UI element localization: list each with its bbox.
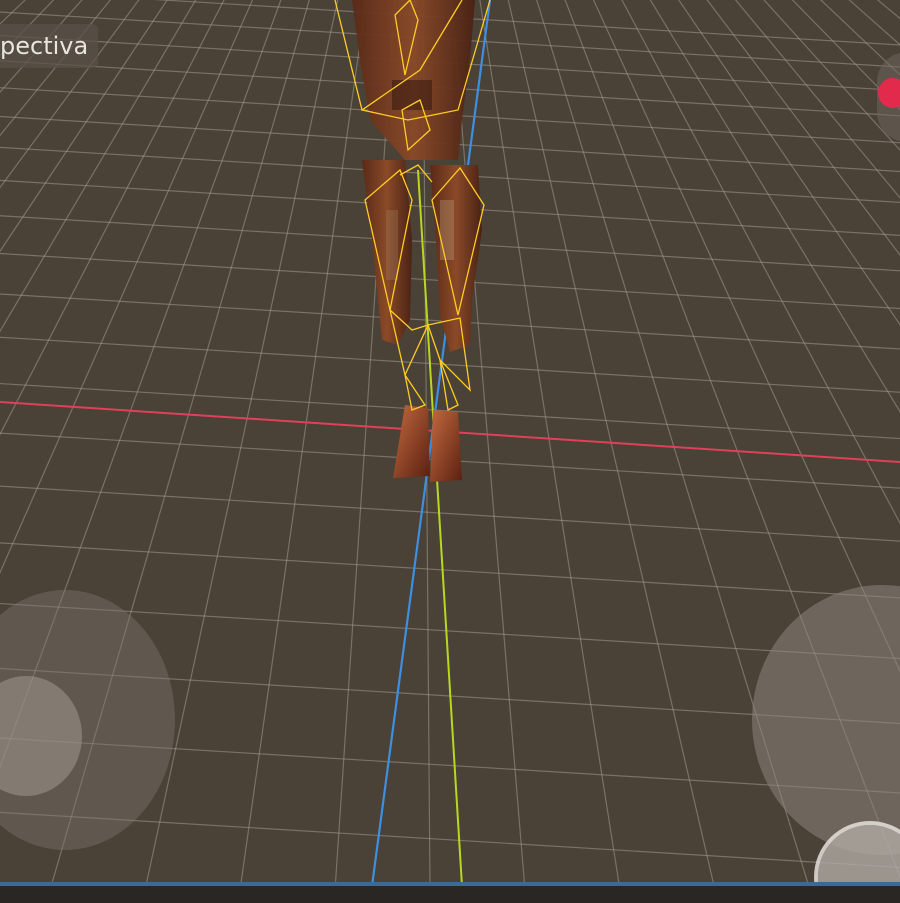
record-dot-icon[interactable] — [878, 78, 900, 108]
view-mode-label[interactable]: pectiva — [0, 24, 99, 68]
bottom-panel-bar — [0, 882, 900, 903]
grid-line — [0, 485, 900, 542]
character-texture-detail — [386, 210, 398, 280]
grid-line — [479, 0, 620, 886]
3d-viewport[interactable]: pectiva — [0, 0, 900, 886]
grid-line — [0, 811, 900, 868]
character-left-foot — [393, 405, 430, 478]
grid-line — [0, 542, 900, 599]
character-right-foot — [430, 410, 462, 482]
character-texture-detail — [440, 200, 454, 260]
